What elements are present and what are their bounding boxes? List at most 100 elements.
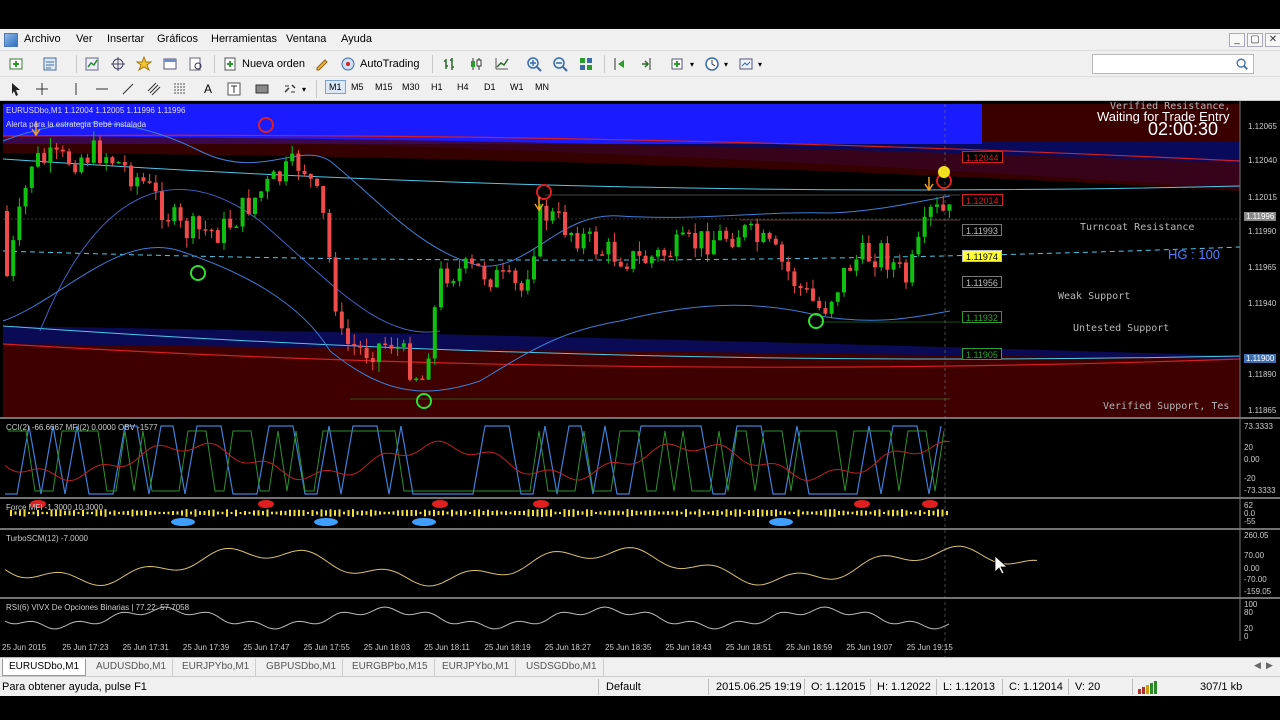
candle-body <box>922 216 927 237</box>
minimize-button[interactable]: _ <box>1229 33 1245 47</box>
navigator-button[interactable] <box>136 55 152 73</box>
profiles-button[interactable] <box>42 55 58 73</box>
candlestick-button[interactable] <box>468 55 484 73</box>
chart-window[interactable]: EURUSDbo,M1 1.12004 1.12005 1.11996 1.11… <box>0 101 1280 657</box>
trendline-button[interactable] <box>120 80 136 98</box>
timeframe-m30[interactable]: M30 <box>402 82 420 92</box>
separator <box>1002 679 1003 695</box>
candle-body <box>494 270 499 288</box>
menu-ver[interactable]: Ver <box>76 33 93 45</box>
cursor-button[interactable] <box>8 80 24 98</box>
timeframe-w1[interactable]: W1 <box>510 82 524 92</box>
menu-insertar[interactable]: Insertar <box>107 33 144 45</box>
tabs-scroll-right-icon[interactable]: ▶ <box>1266 660 1273 671</box>
force-dot <box>388 511 390 515</box>
timeframe-m5[interactable]: M5 <box>351 82 364 92</box>
rectangle-button[interactable] <box>254 80 270 98</box>
indicator-scale: 70.00 <box>1244 551 1265 560</box>
force-dot <box>910 511 912 515</box>
tile-windows-button[interactable] <box>578 55 594 73</box>
force-dot <box>199 511 201 515</box>
timeframe-mn[interactable]: MN <box>535 82 549 92</box>
fibonacci-button[interactable] <box>172 80 188 98</box>
horizontal-line-button[interactable] <box>94 80 110 98</box>
tab-eurgbpbo-m15[interactable]: EURGBPbo,M15 <box>346 659 435 676</box>
channel-button[interactable] <box>146 80 162 98</box>
bar-chart-button[interactable] <box>442 55 458 73</box>
templates-button[interactable]: ▾ <box>738 55 762 73</box>
tabs-scroll-left-icon[interactable]: ◀ <box>1254 660 1261 671</box>
chart-shift-button[interactable] <box>638 55 654 73</box>
crosshair-button[interactable] <box>34 80 50 98</box>
timeframe-m1[interactable]: M1 <box>325 80 346 94</box>
candle-body <box>277 171 282 182</box>
tab-eurjpybo-m1-2[interactable]: EURJPYbo,M1 <box>436 659 517 676</box>
force-dot <box>379 511 381 515</box>
force-dot <box>586 509 588 517</box>
menu-ventana[interactable]: Ventana <box>286 33 326 45</box>
level-box: 1.11956 <box>962 276 1002 288</box>
candle-body <box>767 232 772 239</box>
indicator-scale: -20 <box>1244 474 1256 483</box>
candle-body <box>135 177 140 187</box>
tab-gbpusdbo-m1[interactable]: GBPUSDbo,M1 <box>260 659 344 676</box>
periods-button[interactable]: ▾ <box>704 55 728 73</box>
menu-herramientas[interactable]: Herramientas <box>211 33 277 45</box>
force-dot <box>518 510 521 516</box>
force-dot <box>352 509 354 517</box>
new-order-button[interactable]: Nueva orden <box>222 55 305 73</box>
text-button[interactable]: A <box>200 80 216 98</box>
restore-button[interactable]: ▢ <box>1247 33 1263 47</box>
timeframe-d1[interactable]: D1 <box>484 82 496 92</box>
search-input[interactable] <box>1092 54 1254 74</box>
zoom-out-button[interactable] <box>552 55 568 73</box>
menu-archivo[interactable]: Archivo <box>24 33 61 45</box>
vertical-line-button[interactable] <box>68 80 84 98</box>
indicators-button[interactable]: ▾ <box>670 55 694 73</box>
force-dot <box>271 511 273 515</box>
force-dot <box>905 510 908 516</box>
separator <box>604 55 605 73</box>
tab-audusdbo-m1[interactable]: AUDUSDbo,M1 <box>90 659 174 676</box>
chart-tabs: EURUSDbo,M1 AUDUSDbo,M1 EURJPYbo,M1 GBPU… <box>0 657 1280 676</box>
terminal-button[interactable] <box>162 55 178 73</box>
candle-body <box>73 164 78 173</box>
label-button[interactable] <box>226 80 242 98</box>
autotrading-button[interactable]: AutoTrading <box>340 55 420 73</box>
letterbox-top <box>0 0 1280 29</box>
line-chart-button[interactable] <box>494 55 510 73</box>
data-window-button[interactable] <box>110 55 126 73</box>
force-dot <box>298 509 300 517</box>
meta-editor-button[interactable] <box>314 55 330 73</box>
zoom-in-button[interactable] <box>526 55 542 73</box>
candle-body <box>29 166 34 188</box>
separator <box>708 679 709 695</box>
tab-usdsgdbo-m1[interactable]: USDSGDbo,M1 <box>520 659 604 676</box>
tab-eurusdbo-m1[interactable]: EURUSDbo,M1 <box>2 659 87 676</box>
candle-body <box>625 266 629 269</box>
timeframe-m15[interactable]: M15 <box>375 82 393 92</box>
price-chart[interactable] <box>0 101 1280 657</box>
tester-button[interactable] <box>188 55 204 73</box>
chart-shift-icon <box>642 58 651 70</box>
force-dot <box>680 511 683 515</box>
close-button[interactable]: ✕ <box>1265 33 1280 47</box>
force-dot <box>172 511 174 515</box>
candle-body <box>234 226 239 229</box>
untested-support-label: Untested Support <box>1073 323 1170 334</box>
market-watch-button[interactable] <box>84 55 100 73</box>
candle-body <box>439 268 443 308</box>
arrows-button[interactable]: ▾ <box>282 80 306 98</box>
candle-body <box>166 220 171 222</box>
menu-ayuda[interactable]: Ayuda <box>341 33 372 45</box>
tab-eurjpybo-m1[interactable]: EURJPYbo,M1 <box>176 659 257 676</box>
chart-autoscroll-button[interactable] <box>612 55 628 73</box>
force-dot <box>307 511 309 515</box>
arrow-cursor-icon <box>12 83 20 96</box>
timeframe-h1[interactable]: H1 <box>431 82 443 92</box>
new-chart-button[interactable] <box>8 55 24 73</box>
menu-graficos[interactable]: Gráficos <box>157 33 198 45</box>
timeframe-h4[interactable]: H4 <box>457 82 469 92</box>
force-dot <box>482 510 485 516</box>
cci-line <box>5 425 942 495</box>
